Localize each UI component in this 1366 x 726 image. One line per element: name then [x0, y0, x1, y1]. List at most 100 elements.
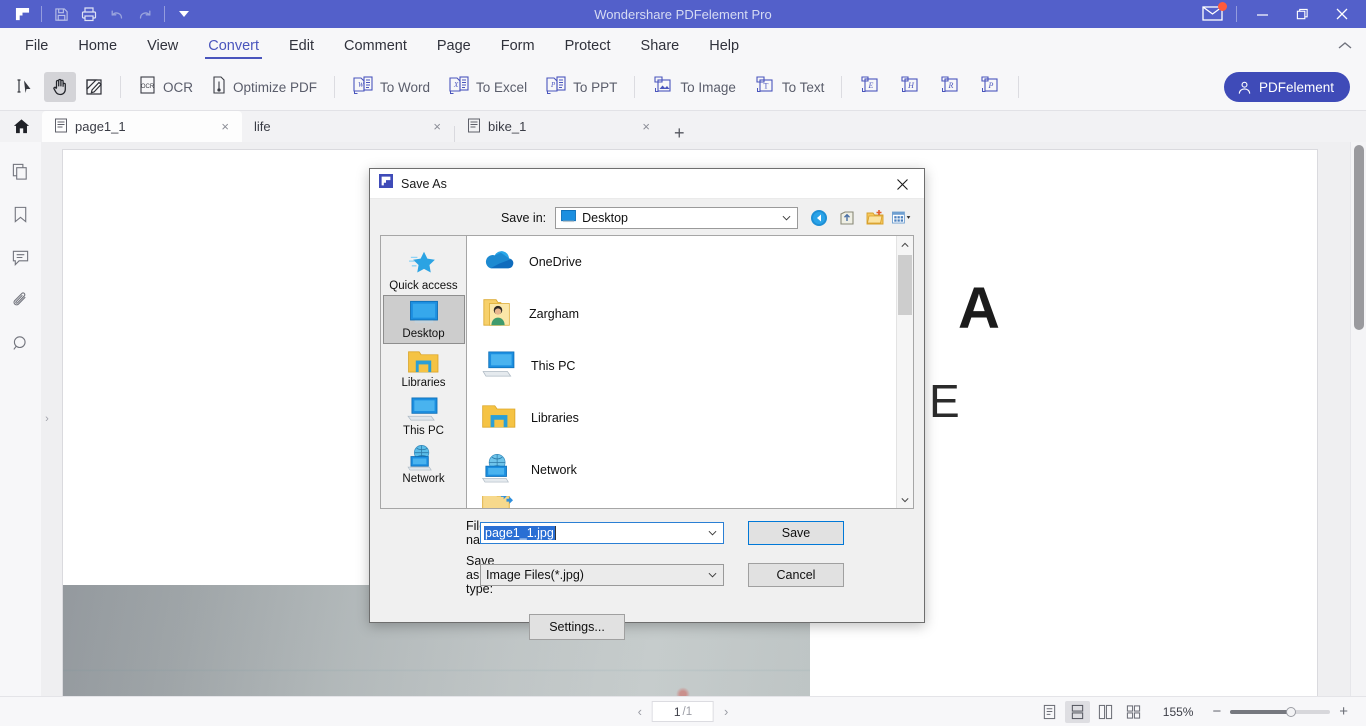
bookmark-icon[interactable]	[8, 201, 34, 227]
file-list-scrollbar-thumb[interactable]	[898, 255, 912, 315]
next-page-button[interactable]: ›	[716, 704, 736, 719]
ribbon-item-to-text[interactable]: T To Text	[745, 71, 834, 103]
divider	[841, 76, 843, 98]
ribbon-item-to-rtf[interactable]: R	[930, 71, 970, 103]
back-icon[interactable]	[808, 207, 830, 229]
place-libraries[interactable]: Libraries	[383, 344, 465, 392]
file-item-partial[interactable]	[467, 496, 913, 508]
document-scrollbar-thumb[interactable]	[1354, 145, 1364, 330]
cancel-button[interactable]: Cancel	[748, 563, 844, 587]
expand-panel-icon[interactable]: ›	[42, 409, 52, 429]
ribbon-item-to-excel[interactable]: X To Excel	[439, 71, 536, 103]
search-icon[interactable]	[8, 330, 34, 356]
comment-icon[interactable]	[8, 244, 34, 270]
app-logo-icon[interactable]	[8, 2, 36, 26]
tab-bike_1[interactable]: bike_1 ×	[455, 111, 663, 142]
tab-page1_1[interactable]: page1_1 ×	[42, 111, 242, 142]
page-number-input[interactable]: 1 /1	[652, 701, 714, 722]
file-item-network[interactable]: Network	[467, 444, 913, 496]
home-icon[interactable]	[0, 111, 42, 142]
save-icon[interactable]	[47, 2, 75, 26]
menu-item-view[interactable]: View	[132, 28, 193, 64]
zoom-slider-knob[interactable]	[1286, 706, 1297, 717]
restore-button[interactable]	[1282, 0, 1322, 28]
collapse-ribbon-icon[interactable]	[1338, 38, 1352, 53]
menu-item-protect[interactable]: Protect	[550, 28, 626, 64]
thumbnails-icon[interactable]	[8, 158, 34, 184]
previous-page-button[interactable]: ‹	[630, 704, 650, 719]
mail-icon[interactable]	[1195, 0, 1231, 28]
ribbon-item-to-word[interactable]: W To Word	[343, 71, 439, 103]
chevron-down-icon[interactable]	[701, 530, 723, 536]
attachment-icon[interactable]	[8, 287, 34, 313]
hand-tool[interactable]	[44, 72, 76, 102]
customize-quick-access-icon[interactable]	[170, 2, 198, 26]
tab-close-icon[interactable]: ×	[218, 119, 232, 134]
window-controls	[1195, 0, 1366, 28]
place-network[interactable]: Network	[383, 440, 465, 488]
zoom-in-button[interactable]: +	[1333, 704, 1354, 719]
file-item-this-pc[interactable]: This PC	[467, 340, 913, 392]
tab-close-icon[interactable]: ×	[639, 119, 653, 134]
place-quick-access[interactable]: Quick access	[383, 244, 465, 295]
tab-life[interactable]: life ×	[242, 111, 454, 142]
chevron-down-icon[interactable]	[701, 565, 723, 585]
views-icon[interactable]	[892, 207, 914, 229]
undo-icon[interactable]	[103, 2, 131, 26]
menu-item-edit[interactable]: Edit	[274, 28, 329, 64]
redo-icon[interactable]	[131, 2, 159, 26]
minimize-button[interactable]	[1242, 0, 1282, 28]
ribbon-item-optimize-pdf[interactable]: Optimize PDF	[202, 71, 326, 103]
menu-item-page[interactable]: Page	[422, 28, 486, 64]
zoom-level-value[interactable]: 155%	[1149, 705, 1204, 719]
save-button[interactable]: Save	[748, 521, 844, 545]
ribbon-item-to-html[interactable]: H	[890, 71, 930, 103]
chevron-down-icon[interactable]	[775, 208, 797, 228]
divider	[1018, 76, 1020, 98]
file-name-input[interactable]: page1_1.jpg	[480, 522, 724, 544]
divider	[120, 76, 121, 98]
scroll-down-icon[interactable]	[897, 491, 913, 508]
document-scrollbar[interactable]	[1350, 142, 1366, 696]
tab-label: life	[254, 119, 271, 134]
place-this-pc[interactable]: This PC	[383, 392, 465, 440]
file-item-zargham[interactable]: Zargham	[467, 288, 913, 340]
save-in-combobox[interactable]: Desktop	[555, 207, 798, 229]
ribbon-item-to-ppt[interactable]: P To PPT	[536, 71, 626, 103]
ribbon-item-to-pdfa[interactable]: P	[970, 71, 1010, 103]
menu-item-convert[interactable]: Convert	[193, 28, 274, 64]
edit-tool[interactable]	[78, 72, 110, 102]
place-desktop[interactable]: Desktop	[382, 295, 465, 344]
ribbon-item-to-image[interactable]: To Image	[643, 71, 745, 103]
account-button[interactable]: PDFelement	[1223, 72, 1350, 102]
menu-item-comment[interactable]: Comment	[329, 28, 422, 64]
grid-view-icon[interactable]	[1121, 701, 1146, 723]
menu-item-share[interactable]: Share	[626, 28, 695, 64]
file-list[interactable]: OneDrive Zargham This PC Libraries Netwo…	[466, 235, 914, 509]
scroll-up-icon[interactable]	[897, 236, 913, 253]
new-tab-button[interactable]: +	[663, 124, 696, 142]
new-folder-icon[interactable]	[864, 207, 886, 229]
settings-button[interactable]: Settings...	[529, 614, 625, 640]
continuous-scroll-view-icon[interactable]	[1064, 700, 1090, 723]
menu-item-help[interactable]: Help	[694, 28, 754, 64]
zoom-slider[interactable]	[1230, 706, 1331, 717]
menu-item-form[interactable]: Form	[486, 28, 550, 64]
menu-item-file[interactable]: File	[10, 28, 63, 64]
ribbon-item-to-epub[interactable]: E	[850, 71, 890, 103]
file-item-onedrive[interactable]: OneDrive	[467, 236, 913, 288]
close-button[interactable]	[1322, 0, 1362, 28]
print-icon[interactable]	[75, 2, 103, 26]
save-as-type-combobox[interactable]: Image Files(*.jpg)	[480, 564, 724, 586]
select-text-tool[interactable]	[10, 72, 42, 102]
single-page-view-icon[interactable]	[1037, 701, 1062, 723]
up-one-level-icon[interactable]	[836, 207, 858, 229]
file-list-scrollbar[interactable]	[896, 236, 913, 508]
ribbon-item-ocr[interactable]: OCR OCR	[129, 71, 202, 103]
menu-item-home[interactable]: Home	[63, 28, 132, 64]
dialog-close-button[interactable]	[880, 169, 924, 199]
zoom-out-button[interactable]: −	[1206, 704, 1227, 719]
tab-close-icon[interactable]: ×	[430, 119, 444, 134]
file-item-libraries[interactable]: Libraries	[467, 392, 913, 444]
two-page-view-icon[interactable]	[1093, 701, 1118, 723]
